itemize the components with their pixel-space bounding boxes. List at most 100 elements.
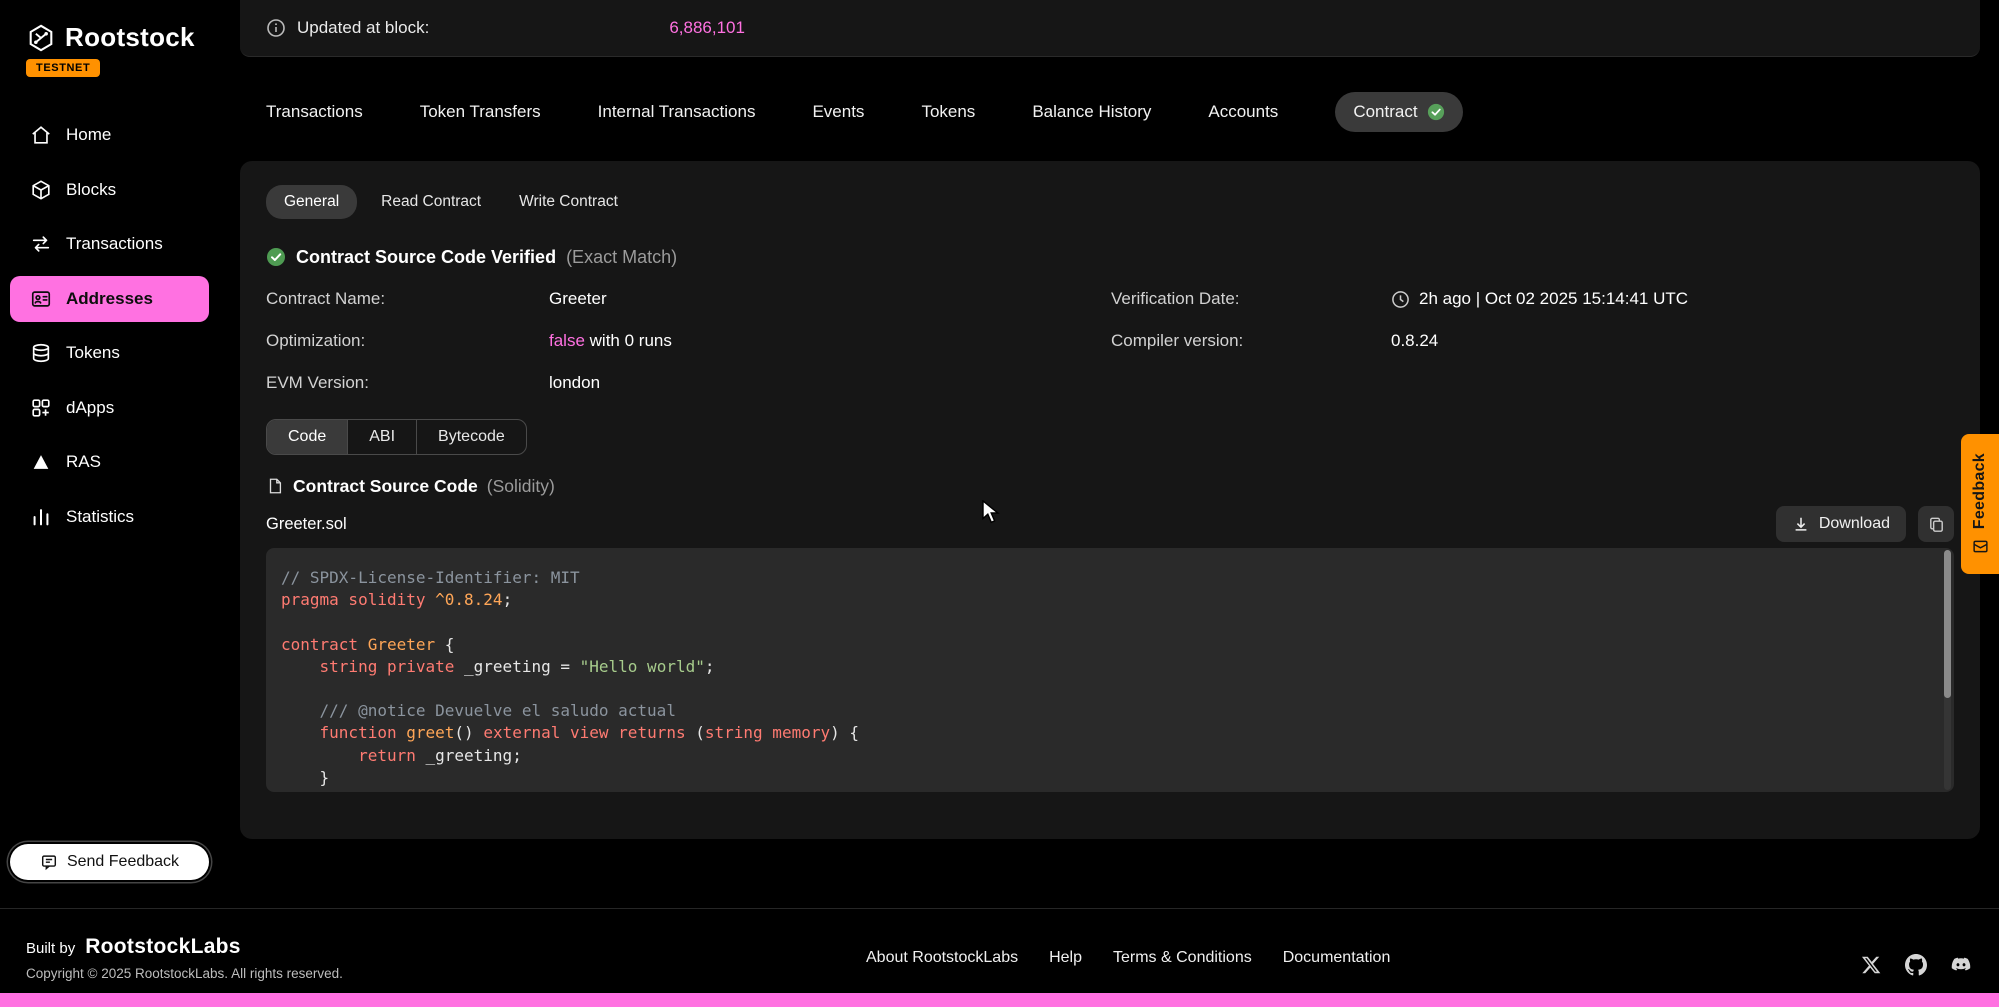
- code-line: string private _greeting = "Hello world"…: [281, 656, 1930, 678]
- feedback-side-tab[interactable]: Feedback: [1961, 434, 1999, 574]
- sidebar-item-blocks[interactable]: Blocks: [10, 167, 209, 213]
- sidebar-item-addresses[interactable]: Addresses: [10, 276, 209, 322]
- subtab-general[interactable]: General: [266, 185, 357, 219]
- verified-banner: Contract Source Code Verified (Exact Mat…: [266, 245, 1954, 269]
- discord-icon[interactable]: [1949, 953, 1973, 977]
- blocks-icon: [30, 179, 52, 201]
- download-button[interactable]: Download: [1776, 506, 1906, 542]
- contract-name-label: Contract Name:: [266, 278, 549, 320]
- transactions-icon: [30, 233, 52, 255]
- tab-transactions[interactable]: Transactions: [266, 102, 363, 122]
- code-tab-abi[interactable]: ABI: [348, 420, 417, 454]
- sidebar-item-label: Tokens: [66, 343, 120, 363]
- code-line: pragma solidity ^0.8.24;: [281, 589, 1930, 611]
- rootstock-logo-icon: [26, 23, 56, 53]
- info-icon: [266, 18, 286, 38]
- subtab-write-contract[interactable]: Write Contract: [505, 185, 632, 219]
- feedback-envelope-icon: [1972, 538, 1989, 555]
- rootstock-logo[interactable]: Rootstock: [0, 0, 218, 53]
- optimization-flag: false: [549, 331, 585, 351]
- tab-label: Accounts: [1208, 102, 1278, 122]
- sidebar-item-tokens[interactable]: Tokens: [10, 330, 209, 376]
- verified-suffix: (Exact Match): [566, 247, 677, 268]
- tab-tokens[interactable]: Tokens: [921, 102, 975, 122]
- sidebar-item-ras[interactable]: RAS: [10, 439, 209, 485]
- tokens-icon: [30, 342, 52, 364]
- sidebar-nav: Home Blocks Transactions Addresses Tokens dAp…: [10, 112, 209, 548]
- file-icon: [266, 477, 284, 495]
- source-file-row: Greeter.sol Download: [266, 504, 1954, 544]
- tab-label: Internal Transactions: [598, 102, 756, 122]
- updated-block-bar: Updated at block: 6,886,101: [240, 0, 1980, 57]
- verification-date-label: Verification Date:: [1111, 278, 1391, 320]
- sidebar-item-transactions[interactable]: Transactions: [10, 221, 209, 267]
- contract-verified-icon: [1427, 103, 1445, 121]
- tab-accounts[interactable]: Accounts: [1208, 102, 1278, 122]
- footer-link-help[interactable]: Help: [1049, 949, 1082, 967]
- footer-link-about[interactable]: About RootstockLabs: [866, 949, 1018, 967]
- tab-token-transfers[interactable]: Token Transfers: [420, 102, 541, 122]
- footer-link-documentation[interactable]: Documentation: [1283, 949, 1391, 967]
- copy-icon: [1927, 515, 1946, 534]
- code-tab-bytecode[interactable]: Bytecode: [417, 420, 526, 454]
- tab-contract[interactable]: Contract: [1335, 92, 1462, 132]
- bottom-accent-bar: [0, 993, 1999, 1007]
- ras-icon: [30, 451, 52, 473]
- footer: Built by RootstockLabs Copyright © 2025 …: [0, 908, 1999, 993]
- compiler-version-label: Compiler version:: [1111, 320, 1391, 362]
- sidebar-item-label: Blocks: [66, 180, 116, 200]
- tab-label: Transactions: [266, 102, 363, 122]
- built-by-label: Built by: [26, 940, 75, 957]
- send-feedback-button[interactable]: Send Feedback: [10, 844, 209, 880]
- tab-label: Token Transfers: [420, 102, 541, 122]
- code-tab-code[interactable]: Code: [267, 420, 348, 454]
- sidebar-item-home[interactable]: Home: [10, 112, 209, 158]
- address-tabs: Transactions Token Transfers Internal Tran…: [266, 89, 1463, 134]
- sidebar-item-statistics[interactable]: Statistics: [10, 494, 209, 540]
- feedback-form-icon: [40, 853, 58, 871]
- tab-label: Contract: [1353, 102, 1417, 122]
- source-filename: Greeter.sol: [266, 515, 347, 534]
- verification-date-value: 2h ago | Oct 02 2025 15:14:41 UTC: [1391, 278, 1954, 320]
- optimization-value: false with 0 runs: [549, 320, 1111, 362]
- app-root: Rootstock TESTNET HomeBlocksTransactions…: [0, 0, 1999, 1007]
- compiler-version-value: 0.8.24: [1391, 320, 1954, 362]
- copy-button[interactable]: [1918, 506, 1954, 542]
- contract-name-value: Greeter: [549, 278, 1111, 320]
- source-code: // SPDX-License-Identifier: MITpragma so…: [266, 548, 1954, 789]
- tab-internal-transactions[interactable]: Internal Transactions: [598, 102, 756, 122]
- evm-version-label: EVM Version:: [266, 362, 549, 404]
- source-code-language: (Solidity): [487, 476, 555, 497]
- download-icon: [1792, 515, 1810, 533]
- source-code-viewer: // SPDX-License-Identifier: MITpragma so…: [266, 548, 1954, 792]
- social-links: [1859, 953, 1973, 977]
- sidebar-item-dapps[interactable]: dApps: [10, 385, 209, 431]
- verification-date-text: 2h ago | Oct 02 2025 15:14:41 UTC: [1419, 289, 1688, 309]
- x-twitter-icon[interactable]: [1859, 953, 1883, 977]
- footer-link-terms[interactable]: Terms & Conditions: [1113, 949, 1252, 967]
- code-line: return _greeting;: [281, 745, 1930, 767]
- source-code-header: Contract Source Code (Solidity): [266, 474, 1954, 498]
- code-line: }: [281, 767, 1930, 789]
- sidebar-item-label: Transactions: [66, 234, 163, 254]
- verified-check-icon: [266, 247, 286, 267]
- code-line: [281, 678, 1930, 700]
- copyright-text: Copyright © 2025 RootstockLabs. All righ…: [26, 966, 343, 981]
- optimization-label: Optimization:: [266, 320, 549, 362]
- home-icon: [30, 124, 52, 146]
- subtab-read-contract[interactable]: Read Contract: [367, 185, 495, 219]
- tab-events[interactable]: Events: [812, 102, 864, 122]
- optimization-runs: with 0 runs: [585, 331, 672, 351]
- tab-label: Tokens: [921, 102, 975, 122]
- sidebar-item-label: Statistics: [66, 507, 134, 527]
- tab-balance-history[interactable]: Balance History: [1032, 102, 1151, 122]
- footer-links: About RootstockLabs Help Terms & Condition…: [866, 949, 1390, 967]
- code-view-switcher: CodeABIBytecode: [266, 419, 527, 455]
- block-number-link[interactable]: 6,886,101: [669, 18, 745, 38]
- code-scrollbar-thumb[interactable]: [1944, 550, 1951, 698]
- rootstocklabs-wordmark[interactable]: RootstockLabs: [85, 935, 241, 959]
- sidebar-item-label: dApps: [66, 398, 114, 418]
- dapps-icon: [30, 397, 52, 419]
- github-icon[interactable]: [1904, 953, 1928, 977]
- download-label: Download: [1819, 515, 1890, 533]
